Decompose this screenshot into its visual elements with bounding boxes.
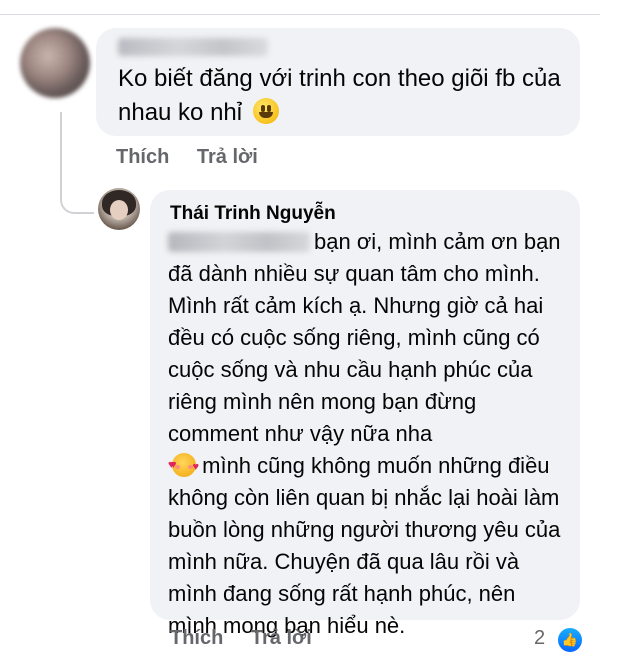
thread-connector-line [60,112,94,214]
commenter-name-blurred[interactable] [118,38,268,56]
smiling-face-with-hearts-icon: ♥ ♥ ♥ [168,453,199,477]
thumbs-up-icon[interactable]: 👍 [556,626,584,654]
comment-actions: Thích Trả lời [116,146,280,169]
reply-author-avatar[interactable] [98,188,140,230]
reply-like-button[interactable]: Thích [170,627,223,649]
commenter-avatar[interactable] [20,28,90,98]
comment-text-block: Ko biết đăng với trinh con theo giõi fb … [118,62,568,130]
reply-author-name[interactable]: Thái Trinh Nguyễn [170,203,336,225]
previous-comment-divider [0,0,600,15]
grinning-face-icon [252,98,279,124]
like-button[interactable]: Thích [116,146,169,168]
reply-text-block: bạn ơi, mình cảm ơn bạn đã dành nhiều sự… [168,226,568,642]
reply-text-part1: bạn ơi, mình cảm ơn bạn đã dành nhiều sự… [168,229,567,446]
reply-actions: Thích Trả lời [170,627,334,650]
reply-button[interactable]: Trả lời [197,146,258,168]
comment-text: Ko biết đăng với trinh con theo giõi fb … [118,65,561,126]
reaction-count[interactable]: 2 [534,627,545,650]
reply-text-part2: mình cũng không muốn những điều không cò… [168,453,567,638]
reply-reply-button[interactable]: Trả lời [251,627,312,649]
